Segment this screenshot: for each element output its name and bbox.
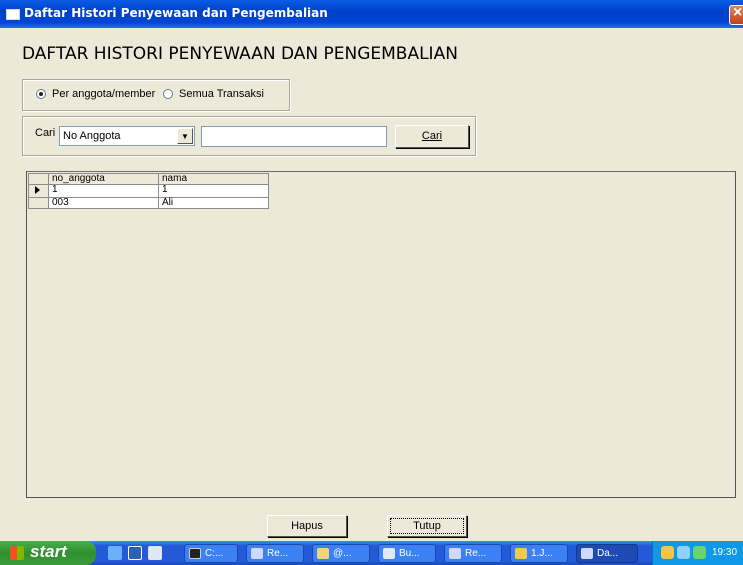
page-title: DAFTAR HISTORI PENYEWAAN DAN PENGEMBALIA… — [22, 44, 458, 64]
search-button-label: Cari — [421, 130, 443, 142]
radio-per-anggota[interactable]: Per anggota/member — [36, 88, 155, 100]
clock: 19:30 — [712, 547, 738, 558]
cell-no-anggota[interactable]: 1 — [48, 184, 159, 198]
task-button-re-2[interactable]: Re... — [444, 544, 502, 563]
filter-mode-group: Per anggota/member Semua Transaksi — [22, 79, 290, 111]
task-button-1j[interactable]: 1.J... — [510, 544, 568, 563]
title-bar: Daftar Histori Penyewaan dan Pengembalia… — [0, 0, 743, 28]
word-icon[interactable] — [128, 546, 142, 560]
task-label: Re... — [267, 548, 289, 559]
task-label: Re... — [465, 548, 487, 559]
column-header-no-anggota[interactable]: no_anggota — [48, 173, 159, 185]
search-input[interactable] — [201, 126, 387, 147]
document-icon — [515, 548, 527, 559]
usb-icon[interactable] — [693, 546, 706, 559]
taskbar: start C:... Re... @... Bu... Re... 1.J..… — [0, 541, 743, 565]
start-button[interactable]: start — [0, 541, 96, 565]
window-title: Daftar Histori Penyewaan dan Pengembalia… — [24, 6, 328, 20]
data-grid[interactable]: no_anggota nama 1 1 003 Ali — [26, 171, 736, 498]
radio-label: Per anggota/member — [52, 88, 156, 100]
window-icon — [383, 548, 395, 559]
app-icon — [581, 548, 593, 559]
radio-dot — [163, 89, 173, 99]
app-quicklaunch-icon[interactable] — [148, 546, 162, 560]
app-icon — [251, 548, 263, 559]
search-button[interactable]: Cari — [395, 125, 469, 148]
close-icon: × — [733, 4, 743, 21]
tutup-button-label: Tutup — [413, 520, 441, 532]
task-button-folder[interactable]: @... — [312, 544, 370, 563]
task-button-bu[interactable]: Bu... — [378, 544, 436, 563]
ie-icon[interactable] — [108, 546, 122, 560]
task-button-da[interactable]: Da... — [576, 544, 638, 563]
network-icon[interactable] — [677, 546, 690, 559]
radio-label: Semua Transaksi — [179, 88, 264, 100]
folder-icon — [317, 548, 329, 559]
column-header-nama[interactable]: nama — [158, 173, 269, 185]
cell-nama[interactable]: 1 — [158, 184, 269, 198]
window-app-icon — [6, 9, 20, 20]
task-button-re-1[interactable]: Re... — [246, 544, 304, 563]
search-field-select[interactable]: No Anggota ▼ — [59, 126, 195, 146]
radio-dot-selected — [36, 89, 46, 99]
task-label: C:... — [205, 548, 224, 559]
task-label: @... — [333, 548, 352, 559]
task-label: 1.J... — [531, 548, 553, 559]
tutup-button[interactable]: Tutup — [387, 515, 467, 537]
cell-nama[interactable]: Ali — [158, 197, 269, 209]
row-indicator — [28, 184, 49, 198]
hapus-button-label: Hapus — [291, 520, 323, 532]
radio-semua-transaksi[interactable]: Semua Transaksi — [163, 88, 264, 100]
start-label: start — [30, 542, 67, 561]
app-icon — [449, 548, 461, 559]
task-label: Da... — [597, 548, 619, 559]
cell-no-anggota[interactable]: 003 — [48, 197, 159, 209]
table-row[interactable]: 1 1 — [28, 184, 269, 198]
task-button-console[interactable]: C:... — [184, 544, 238, 563]
grid-table: no_anggota nama 1 1 003 Ali — [28, 173, 269, 209]
security-icon[interactable] — [661, 546, 674, 559]
row-indicator — [28, 197, 49, 209]
task-label: Bu... — [399, 548, 420, 559]
table-row[interactable]: 003 Ali — [28, 197, 269, 209]
current-row-arrow-icon — [35, 186, 40, 194]
windows-flag-icon — [10, 546, 24, 560]
system-tray: 19:30 — [652, 541, 743, 565]
row-indicator-header — [28, 173, 49, 185]
console-icon — [189, 548, 201, 559]
search-label: Cari — [35, 127, 56, 139]
close-button[interactable]: × — [729, 4, 743, 25]
hapus-button[interactable]: Hapus — [267, 515, 347, 537]
search-field-value: No Anggota — [63, 130, 121, 142]
grid-header-row: no_anggota nama — [28, 173, 269, 185]
search-group: Cari No Anggota ▼ Cari — [22, 116, 476, 156]
dropdown-arrow-icon[interactable]: ▼ — [177, 128, 193, 144]
